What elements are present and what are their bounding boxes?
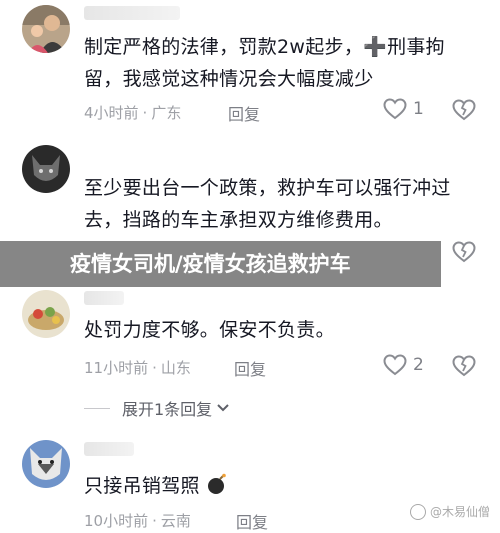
bomb-icon (208, 473, 226, 494)
like-button[interactable]: 1 (383, 98, 424, 120)
like-count: 2 (413, 355, 424, 375)
avatar[interactable] (22, 145, 70, 193)
username[interactable] (84, 291, 124, 305)
comment-location: 山东 (160, 359, 191, 377)
like-count: 1 (413, 99, 424, 119)
comment-text-body: 只接吊销驾照 (84, 475, 200, 497)
comment-time: 10小时前 (84, 512, 149, 530)
dislike-button[interactable] (452, 99, 476, 125)
comment-text: 至少要出台一个政策，救护车可以强行冲过去，挡路的车主承担双方维修费用。 (84, 177, 451, 231)
reply-button[interactable]: 回复 (228, 101, 260, 125)
reply-button[interactable]: 回复 (234, 356, 266, 380)
divider (84, 407, 110, 409)
heart-icon (383, 354, 407, 376)
avatar[interactable] (22, 440, 70, 488)
username[interactable] (84, 6, 180, 20)
watermark-text: @木易仙僧 (429, 505, 490, 519)
watermark: @木易仙僧 (409, 503, 490, 520)
avatar[interactable] (22, 290, 70, 338)
expand-replies-button[interactable]: 展开1条回复 (84, 396, 230, 420)
like-button[interactable]: 2 (383, 354, 424, 376)
broken-heart-icon (452, 99, 476, 121)
video-title-banner: 疫情女司机/疫情女孩追救护车 (0, 241, 441, 287)
expand-replies-label: 展开1条回复 (122, 400, 213, 419)
watermark-logo-icon (409, 503, 426, 520)
reply-button[interactable]: 回复 (236, 509, 268, 533)
comment-time: 11小时前 (84, 359, 149, 377)
username[interactable] (84, 442, 134, 456)
comment-location: 广东 (151, 104, 182, 122)
dislike-button[interactable] (452, 241, 476, 267)
comment-text: 只接吊销驾照 (84, 470, 474, 502)
broken-heart-icon (452, 355, 476, 377)
comment-text: 处罚力度不够。保安不负责。 (84, 319, 335, 341)
comment-location: 云南 (160, 512, 191, 530)
comment-meta: 4小时前 · 广东 (84, 104, 182, 122)
comment-text: 制定严格的法律，罚款2w起步，➕刑事拘留，我感觉这种情况会大幅度减少 (84, 36, 445, 90)
dislike-button[interactable] (452, 355, 476, 381)
avatar[interactable] (22, 5, 70, 53)
chevron-down-icon (217, 404, 229, 412)
heart-icon (383, 98, 407, 120)
broken-heart-icon (452, 241, 476, 263)
comment-time: 4小时前 (84, 104, 139, 122)
comment-meta: 11小时前 · 山东 (84, 359, 191, 377)
